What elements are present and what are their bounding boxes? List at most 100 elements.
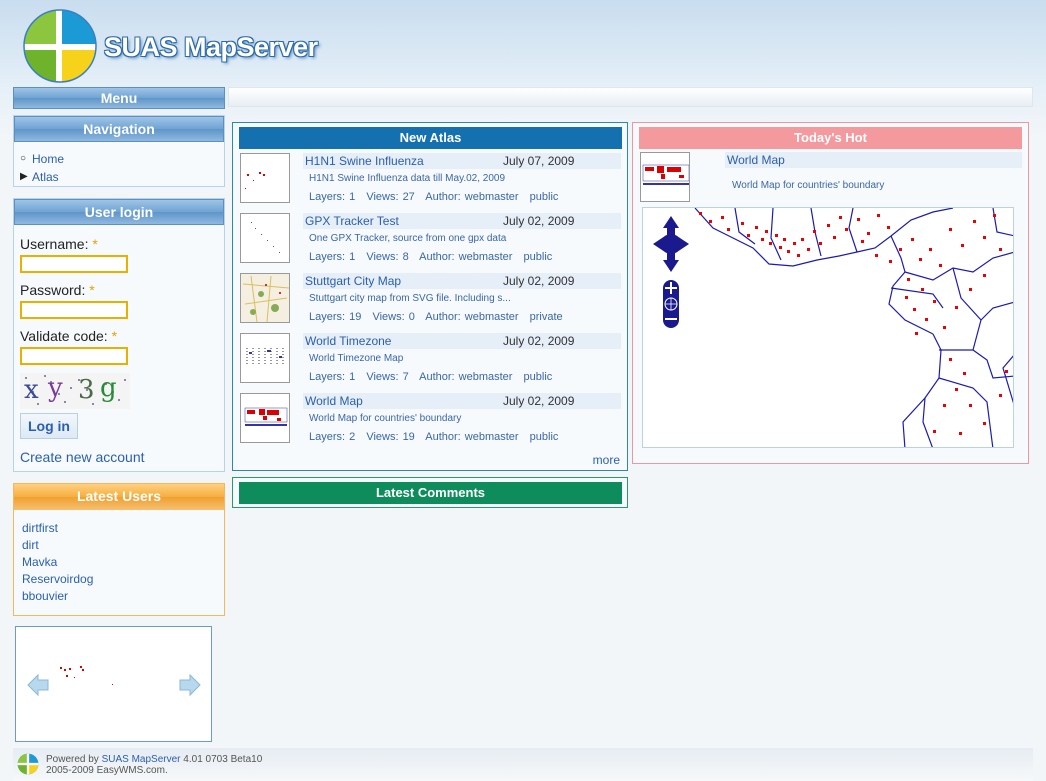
atlas-item-header: Stuttgart City Map July 02, 2009 [303, 273, 621, 289]
user-login-title: User login [14, 199, 224, 225]
arrow-right-icon[interactable] [178, 673, 202, 697]
atlas-item-title[interactable]: GPX Tracker Test [305, 213, 399, 229]
nav-link-home[interactable]: Home [32, 152, 64, 166]
arrow-left-icon[interactable] [26, 673, 50, 697]
atlas-item-access: public [523, 251, 553, 263]
atlas-item-header: World Timezone July 02, 2009 [303, 333, 621, 349]
user-link[interactable]: Mavka [22, 554, 224, 571]
latest-comments-title: Latest Comments [239, 482, 622, 504]
map-canvas[interactable] [643, 208, 1014, 448]
atlas-item-date: July 02, 2009 [503, 394, 575, 408]
atlas-item-meta: Layers: 2 Views: 19 Author: webmaster pu… [309, 431, 565, 443]
required-mark: * [111, 328, 118, 344]
nav-item-home[interactable]: ○ Home [20, 150, 224, 168]
atlas-item-title[interactable]: World Map [305, 393, 363, 409]
atlas-item-header: H1N1 Swine Influenza July 07, 2009 [303, 153, 621, 169]
todays-hot-panel: Today's Hot World Map World Map for coun… [632, 122, 1029, 464]
navigation-block: Navigation ○ Home ▶ Atlas [13, 115, 225, 187]
nav-item-atlas[interactable]: ▶ Atlas [20, 168, 224, 186]
captcha-char: g [100, 373, 121, 403]
atlas-item-description: World Map for countries' boundary [309, 413, 462, 424]
atlas-item-description: One GPX Tracker, source from one gpx dat… [309, 233, 507, 244]
site-logo[interactable] [22, 8, 98, 84]
atlas-thumbnail[interactable] [240, 393, 290, 443]
footer-logo-icon [17, 753, 39, 775]
version-text: 4.01 0703 Beta10 [183, 754, 263, 765]
atlas-item-access: public [529, 191, 559, 203]
suas-mapserver-link[interactable]: SUAS MapServer [102, 754, 181, 765]
pan-down-icon [663, 252, 679, 272]
powered-by-label: Powered by [46, 754, 99, 765]
username-label: Username: * [20, 235, 224, 253]
swine-flu-map-thumb [245, 172, 265, 189]
password-label: Password: * [20, 281, 224, 299]
more-atlas-link[interactable]: more [593, 453, 620, 467]
atlas-item-author: Author: webmaster [425, 191, 519, 203]
atlas-item-layers: Layers: 1 [309, 251, 356, 263]
hot-item-title[interactable]: World Map [727, 152, 785, 168]
page-footer: Powered by SUAS MapServer 4.01 0703 Beta… [13, 748, 1033, 781]
required-mark: * [89, 282, 95, 298]
user-link[interactable]: Reservoirdog [22, 571, 224, 588]
atlas-item-views: Views: 27 [366, 191, 415, 203]
atlas-item-title[interactable]: Stuttgart City Map [305, 273, 401, 289]
password-field[interactable] [20, 301, 128, 319]
validate-code-label: Validate code: * [20, 327, 224, 345]
atlas-item-date: July 02, 2009 [503, 334, 575, 348]
new-atlas-title: New Atlas [239, 127, 622, 149]
atlas-item-author: Author: webmaster [419, 251, 513, 263]
triangle-bullet-icon: ▶ [20, 171, 28, 182]
validate-code-field[interactable] [20, 347, 128, 365]
atlas-item-layers: Layers: 1 [309, 191, 356, 203]
atlas-thumbnail[interactable] [240, 333, 290, 383]
new-atlas-panel: New Atlas H1N1 Swine Influenza July 07, … [232, 122, 628, 471]
atlas-item-layers: Layers: 2 [309, 431, 356, 443]
footer-text: Powered by SUAS MapServer 4.01 0703 Beta… [46, 754, 262, 776]
atlas-item-views: Views: 0 [372, 311, 415, 323]
copyright-text: 2005-2009 EasyWMS.com. [46, 765, 168, 776]
user-link[interactable]: bbouvier [22, 588, 224, 605]
atlas-item-layers: Layers: 1 [309, 371, 356, 383]
user-link[interactable]: dirt [22, 537, 224, 554]
hot-map-viewer[interactable] [642, 207, 1014, 448]
atlas-item-header: World Map July 02, 2009 [303, 393, 621, 409]
gpx-track-thumb [251, 222, 280, 253]
atlas-thumbnail[interactable] [240, 273, 290, 323]
atlas-item-description: World Timezone Map [309, 353, 404, 364]
nav-link-atlas[interactable]: Atlas [32, 170, 59, 184]
atlas-item: World Timezone July 02, 2009 World Timez… [239, 333, 622, 389]
login-button[interactable]: Log in [20, 413, 78, 439]
latest-users-block: Latest Users dirtfirst dirt Mavka Reserv… [13, 483, 225, 616]
create-account-link[interactable]: Create new account [20, 449, 224, 465]
atlas-item-title[interactable]: World Timezone [305, 333, 391, 349]
circle-bullet-icon: ○ [20, 153, 27, 164]
map-slideshow [15, 626, 212, 742]
navigation-title: Navigation [14, 116, 224, 142]
atlas-thumbnail[interactable] [240, 153, 290, 203]
validate-label-text: Validate code: [20, 328, 108, 344]
hot-thumbnail[interactable] [640, 152, 690, 202]
world-map-thumb [244, 407, 288, 426]
navigation-list: ○ Home ▶ Atlas [14, 142, 224, 186]
slideshow-map-preview [60, 666, 113, 685]
hot-item-header: World Map [725, 152, 1022, 168]
user-link[interactable]: dirtfirst [22, 520, 224, 537]
pan-up-icon [663, 216, 679, 236]
atlas-item-meta: Layers: 19 Views: 0 Author: webmaster pr… [309, 311, 570, 323]
todays-hot-title: Today's Hot [639, 127, 1022, 149]
timezone-map-thumb [246, 348, 284, 364]
required-mark: * [92, 236, 98, 252]
atlas-thumbnail[interactable] [240, 213, 290, 263]
atlas-item-meta: Layers: 1 Views: 27 Author: webmaster pu… [309, 191, 565, 203]
atlas-item-description: Stuttgart city map from SVG file. Includ… [309, 293, 511, 304]
atlas-item-date: July 07, 2009 [503, 154, 575, 168]
username-field[interactable] [20, 255, 128, 273]
hot-item-description: World Map for countries' boundary [732, 180, 885, 191]
atlas-item: World Map July 02, 2009 World Map for co… [239, 393, 622, 449]
atlas-item-author: Author: webmaster [425, 311, 519, 323]
password-label-text: Password: [20, 282, 86, 298]
map-navigation-control[interactable] [651, 214, 691, 332]
atlas-item-title[interactable]: H1N1 Swine Influenza [305, 153, 424, 169]
login-form: Username: * Password: * Validate code: *… [14, 225, 224, 465]
atlas-item: H1N1 Swine Influenza July 07, 2009 H1N1 … [239, 153, 622, 209]
